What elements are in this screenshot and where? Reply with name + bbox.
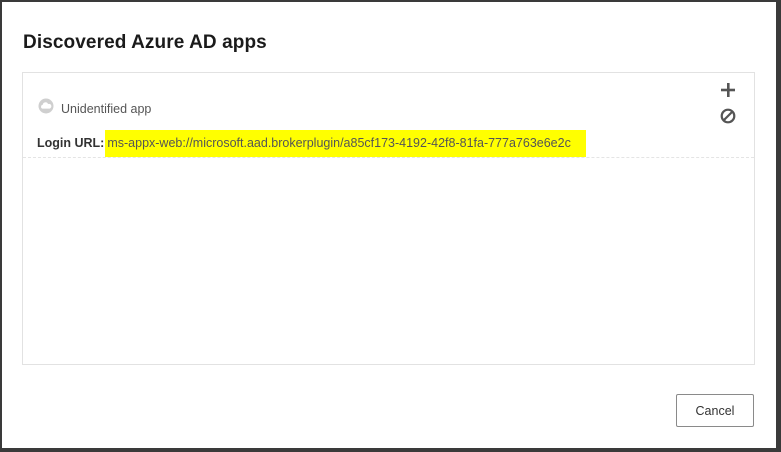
block-icon[interactable] bbox=[719, 107, 737, 125]
login-url-line: Login URL: ms-appx-web://microsoft.aad.br… bbox=[37, 133, 586, 154]
list-item: Unidentified app Login URL: ms-appx-web:/… bbox=[23, 73, 754, 158]
dialog-title: Discovered Azure AD apps bbox=[23, 32, 267, 53]
cloud-icon bbox=[38, 98, 61, 119]
app-header: Unidentified app bbox=[38, 98, 151, 119]
discovered-apps-dialog: Discovered Azure AD apps Unidentified ap… bbox=[2, 2, 776, 448]
login-url-value: ms-appx-web://microsoft.aad.brokerplugin… bbox=[105, 133, 586, 154]
apps-list-panel: Unidentified app Login URL: ms-appx-web:/… bbox=[22, 72, 755, 365]
app-name: Unidentified app bbox=[61, 101, 152, 116]
cancel-button[interactable]: Cancel bbox=[676, 394, 754, 427]
plus-icon[interactable] bbox=[719, 81, 737, 99]
login-url-label: Login URL: bbox=[37, 136, 105, 150]
